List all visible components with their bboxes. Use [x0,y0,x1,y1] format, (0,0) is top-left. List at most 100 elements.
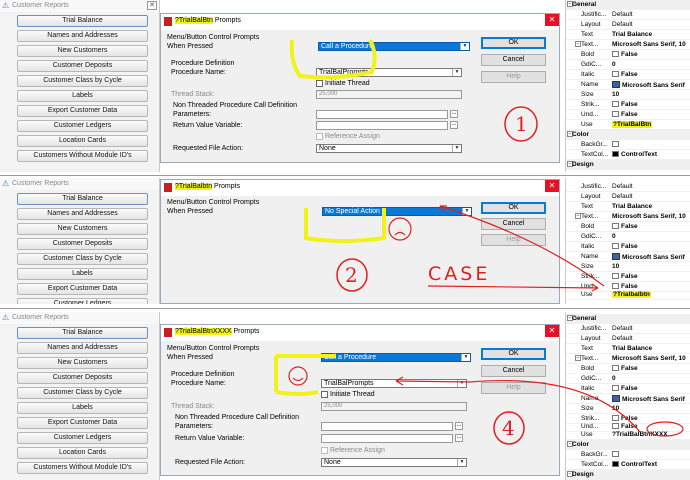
prop-text[interactable]: Text Trial Balance [566,202,690,212]
customer-class-by-cycle-button[interactable]: Customer Class by Cycle [17,75,148,87]
prop-bold[interactable]: Bold False [566,50,690,60]
trial-balance-button[interactable]: Trial Balance [17,327,148,339]
close-icon[interactable]: ✕ [545,180,559,192]
prop-background[interactable]: BackGr... [566,140,690,150]
reference-assign-checkbox[interactable] [321,447,328,454]
prop-italic[interactable]: Italic False [566,70,690,80]
prop-layout[interactable]: Layout Default [566,20,690,30]
customers-without-module-ids-button[interactable]: Customers Without Module ID's [17,462,148,474]
design-section[interactable]: − Design [566,160,690,170]
prop-font[interactable]: − Text... Microsoft Sans Serif, 10 [566,40,690,50]
close-icon[interactable]: ✕ [545,14,559,26]
ok-button[interactable]: OK [481,37,546,49]
reference-assign-checkbox[interactable] [316,133,323,140]
prop-gdi[interactable]: GdiC... 0 [566,232,690,242]
prop-strike[interactable]: Strik... False [566,100,690,110]
close-icon[interactable]: ✕ [545,325,559,337]
color-section[interactable]: − Color [566,130,690,140]
customer-ledgers-button[interactable]: Customer Ledgers [17,298,148,304]
file-action-select[interactable]: None ▼ [321,458,467,467]
prop-name[interactable]: Name Microsoft Sans Serif [566,394,690,404]
new-customers-button[interactable]: New Customers [17,357,148,369]
names-and-addresses-button[interactable]: Names and Addresses [17,30,148,42]
general-section[interactable]: − General [566,314,690,324]
location-cards-button[interactable]: Location Cards [17,135,148,147]
design-section[interactable]: − Design [566,470,690,480]
prop-justification[interactable]: Justific... Default [566,10,690,20]
file-action-select[interactable]: None ▼ [316,144,462,153]
help-button[interactable]: Help [481,71,546,83]
prop-size[interactable]: Size 10 [566,262,690,272]
prop-size[interactable]: Size 10 [566,404,690,414]
prop-use[interactable]: Use ?TrialBalBtn [566,120,690,130]
customer-deposits-button[interactable]: Customer Deposits [17,238,148,250]
customer-class-by-cycle-button[interactable]: Customer Class by Cycle [17,387,148,399]
trial-balance-button[interactable]: Trial Balance [17,193,148,205]
labels-button[interactable]: Labels [17,268,148,280]
customer-deposits-button[interactable]: Customer Deposits [17,60,148,72]
customer-ledgers-button[interactable]: Customer Ledgers [17,432,148,444]
when-pressed-select[interactable]: Call a Procedure ▼ [318,42,470,51]
prop-textcolor[interactable]: TextCol... ControlText [566,460,690,470]
help-button[interactable]: Help [481,382,546,394]
prop-italic[interactable]: Italic False [566,242,690,252]
prop-strike[interactable]: Strik... False [566,272,690,282]
prop-italic[interactable]: Italic False [566,384,690,394]
prop-text[interactable]: Text Trial Balance [566,344,690,354]
names-and-addresses-button[interactable]: Names and Addresses [17,342,148,354]
prop-underline[interactable]: Und... False [566,110,690,120]
prop-textcolor[interactable]: TextCol... ControlText [566,150,690,160]
initiate-thread-checkbox[interactable] [316,80,323,87]
new-customers-button[interactable]: New Customers [17,223,148,235]
labels-button[interactable]: Labels [17,402,148,414]
location-cards-button[interactable]: Location Cards [17,447,148,459]
prop-text[interactable]: Text Trial Balance [566,30,690,40]
parameters-ellipsis-button[interactable]: ... [450,110,458,118]
customer-ledgers-button[interactable]: Customer Ledgers [17,120,148,132]
prop-bold[interactable]: Bold False [566,222,690,232]
initiate-thread-checkbox[interactable] [321,391,328,398]
names-and-addresses-button[interactable]: Names and Addresses [17,208,148,220]
prop-gdi[interactable]: GdiC... 0 [566,60,690,70]
return-value-field[interactable] [316,121,448,130]
when-pressed-select[interactable]: No Special Action ▼ [322,207,472,216]
prop-background[interactable]: BackGr... [566,450,690,460]
parameters-ellipsis-button[interactable]: ... [455,422,463,430]
close-icon[interactable]: ✕ [147,1,157,10]
prop-bold[interactable]: Bold False [566,364,690,374]
cancel-button[interactable]: Cancel [481,218,546,230]
procedure-name-select[interactable]: TrialBalPrompts ▼ [321,379,467,388]
trial-balance-button[interactable]: Trial Balance [17,15,148,27]
cancel-button[interactable]: Cancel [481,54,546,66]
ok-button[interactable]: OK [481,202,546,214]
export-customer-data-button[interactable]: Export Customer Data [17,105,148,117]
labels-button[interactable]: Labels [17,90,148,102]
prop-layout[interactable]: Layout Default [566,334,690,344]
parameters-field[interactable] [321,422,453,431]
customer-deposits-button[interactable]: Customer Deposits [17,372,148,384]
prop-size[interactable]: Size 10 [566,90,690,100]
prop-use[interactable]: Use ?TrialBalBtnXXXX [566,430,690,440]
ok-button[interactable]: OK [481,348,546,360]
prop-font[interactable]: − Text... Microsoft Sans Serif, 10 [566,212,690,222]
color-section[interactable]: − Color [566,440,690,450]
prop-name[interactable]: Name Microsoft Sans Serif [566,252,690,262]
prop-layout[interactable]: Layout Default [566,192,690,202]
customer-class-by-cycle-button[interactable]: Customer Class by Cycle [17,253,148,265]
export-customer-data-button[interactable]: Export Customer Data [17,417,148,429]
help-button[interactable]: Help [481,234,546,246]
general-section[interactable]: − General [566,0,690,10]
new-customers-button[interactable]: New Customers [17,45,148,57]
prop-justification[interactable]: Justific... Default [566,324,690,334]
customers-without-module-ids-button[interactable]: Customers Without Module ID's [17,150,148,162]
when-pressed-select[interactable]: Call a Procedure ▼ [321,353,471,362]
prop-font[interactable]: − Text... Microsoft Sans Serif, 10 [566,354,690,364]
prop-gdi[interactable]: GdiC... 0 [566,374,690,384]
export-customer-data-button[interactable]: Export Customer Data [17,283,148,295]
return-value-field[interactable] [321,434,453,443]
prop-justification[interactable]: Justific... Default [566,182,690,192]
cancel-button[interactable]: Cancel [481,365,546,377]
procedure-name-select[interactable]: TrialBalPrompts ▼ [316,68,462,77]
thread-stack-field[interactable]: 25,000 [316,90,462,99]
prop-use[interactable]: Use ?Trialbalbtn [566,290,690,300]
